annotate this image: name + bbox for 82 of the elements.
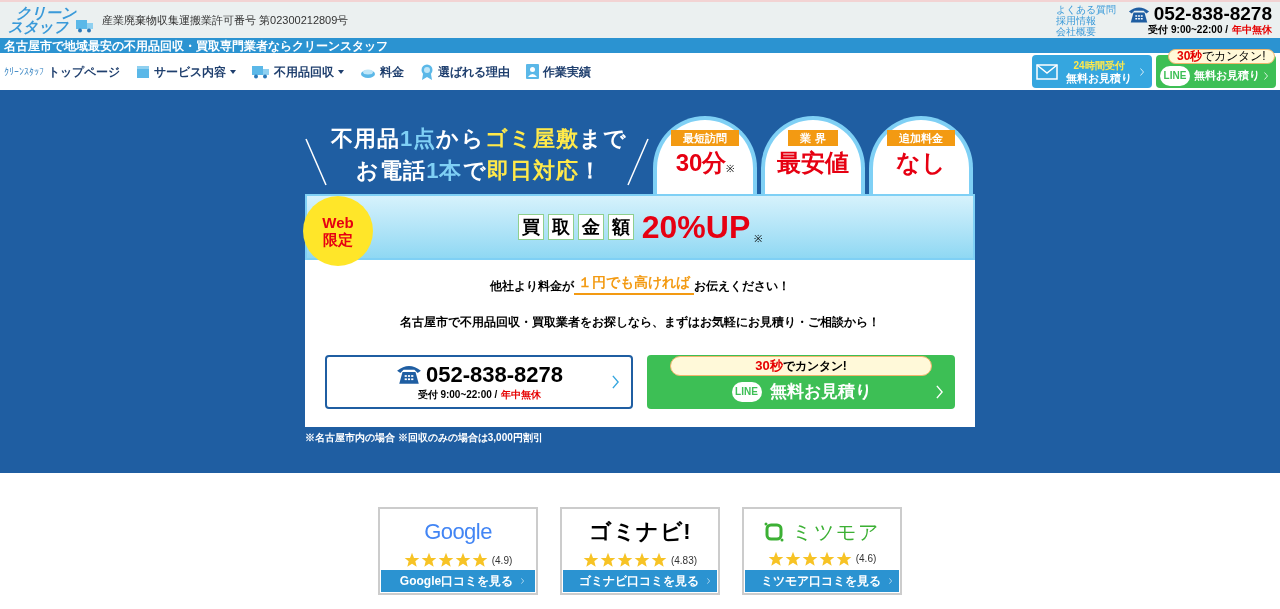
caret-icon — [230, 69, 236, 74]
rating-score: (4.6) — [855, 552, 877, 566]
gominavi-logo: ゴミナビ! — [588, 518, 692, 546]
star-icon — [633, 552, 650, 568]
business-hours: 受付 9:00~22:00 / — [1148, 24, 1228, 36]
mitsumore-logo-icon — [764, 521, 784, 542]
rating-score: (4.9) — [491, 553, 513, 568]
star-icon — [767, 550, 784, 567]
headline-line: お電話1本で即日対応！ — [355, 157, 603, 185]
star-icon — [650, 552, 667, 568]
offer-char: 取 — [547, 214, 574, 240]
star-icon — [471, 552, 488, 568]
star-icon — [582, 552, 599, 568]
star-icon — [835, 550, 852, 567]
slash-line — [627, 138, 649, 186]
nav-item[interactable]: 不用品回収 — [252, 62, 344, 81]
offer-char: 額 — [607, 214, 634, 240]
web-limited-badge: Web 限定 — [303, 196, 373, 266]
medal-icon — [420, 63, 434, 80]
headline-line: 不用品1点から ゴミ屋敷まで — [330, 125, 628, 153]
truck-icon — [252, 64, 270, 79]
nav-item[interactable]: 料金 — [360, 62, 404, 81]
phone-number: 052-838-8278 — [426, 362, 563, 387]
chat-icon: LINE — [1160, 65, 1190, 86]
nav-item[interactable]: 作業実績 — [526, 62, 591, 81]
slash-line — [305, 138, 327, 186]
box-icon — [136, 64, 150, 79]
star-icon — [818, 550, 835, 567]
logo-mark: ｸﾘｰﾝｽﾀｯﾌ — [4, 66, 44, 77]
feature-value: 最安値 — [777, 148, 849, 178]
chevron-icon — [1140, 67, 1144, 76]
caret-icon — [338, 69, 344, 74]
line-estimate-button[interactable]: 30秒でカンタン! LINE 無料お見積り — [647, 355, 955, 409]
business-hours: 受付 9:00~22:00 / — [417, 387, 498, 402]
chevron-icon — [888, 578, 892, 584]
mail-icon — [1036, 63, 1058, 80]
star-icon — [599, 552, 616, 568]
phone-number[interactable]: 052-838-8278 — [1153, 4, 1272, 24]
callout-badge: 30秒でカンタン! — [1168, 49, 1275, 64]
phone-button[interactable]: 052-838-8278 受付 9:00~22:00 / 年中無休 — [325, 355, 633, 409]
chevron-icon — [706, 578, 710, 584]
google-logo: Google — [424, 518, 492, 546]
star-icon — [454, 552, 471, 568]
footnote-mark: ※ — [726, 163, 735, 174]
chat-icon: LINE — [731, 381, 762, 402]
nav-item[interactable]: ｸﾘｰﾝｽﾀｯﾌ トップページ — [4, 62, 120, 81]
star-icon — [801, 550, 818, 567]
nav-item[interactable]: サービス内容 — [136, 62, 236, 81]
offer-text: お伝えください！ — [694, 278, 790, 295]
button-label: 無料お見積り — [769, 381, 872, 403]
star-icon — [784, 550, 801, 567]
holiday-note: 年中無休 — [501, 387, 542, 402]
highlight-text: １円でも高ければ — [574, 272, 694, 295]
mitsumore-logo: ミツモア — [792, 519, 880, 545]
star-icon — [403, 552, 420, 568]
offer-char: 金 — [577, 214, 604, 240]
footnote: ※名古屋市内の場合 ※回収のみの場合は3,000円割引 — [305, 431, 544, 445]
chevron-icon — [936, 384, 943, 399]
feature-value: 30分 — [675, 148, 727, 178]
phone-icon — [396, 363, 422, 386]
chevron-icon — [521, 578, 525, 584]
feature-label: 最短訪問 — [671, 130, 739, 146]
holiday-note: 年中無休 — [1232, 24, 1272, 36]
feature-value: なし — [896, 148, 946, 178]
feature-label: 追加料金 — [887, 130, 955, 146]
star-icon — [420, 552, 437, 568]
rating-score: (4.83) — [670, 553, 698, 568]
star-icon — [616, 552, 633, 568]
star-icon — [437, 552, 454, 568]
offer-char: 買 — [517, 214, 544, 240]
footnote-mark: ※ — [754, 232, 763, 246]
offer-value: 20%UP — [641, 211, 751, 243]
tagline: 名古屋市で地域最安の不用品回収・買取専門業者ならクリーンスタッフ — [4, 39, 388, 52]
callout-badge: 30秒でカンタン! — [670, 356, 932, 376]
chevron-icon — [612, 375, 619, 389]
profile-icon — [526, 64, 539, 79]
chevron-icon — [1264, 71, 1268, 80]
nav-item[interactable]: 選ばれる理由 — [420, 62, 510, 81]
intro-text: 名古屋市で不用品回収・買取業者をお探しなら、まずはお気軽にお見積り・ご相談から！ — [400, 314, 880, 331]
feature-label: 業 界 — [788, 130, 838, 146]
offer-text: 他社より料金が — [490, 278, 574, 295]
license-number: 産業廃棄物収集運搬業許可番号 第02300212809号 — [102, 12, 349, 28]
